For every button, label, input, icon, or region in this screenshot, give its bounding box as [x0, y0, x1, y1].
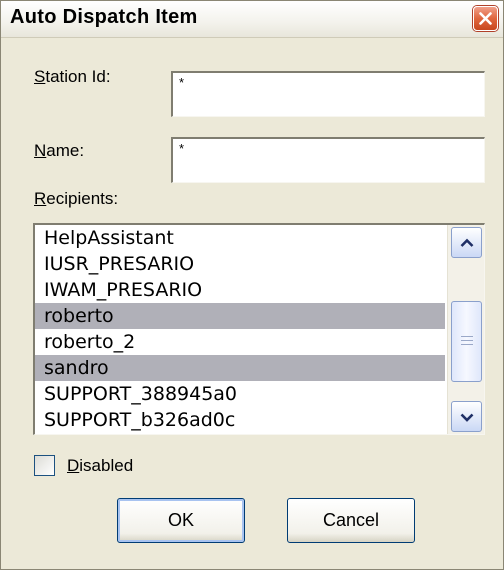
- recipient-list-item[interactable]: HelpAssistant: [35, 225, 445, 251]
- dialog-title: Auto Dispatch Item: [10, 6, 198, 28]
- recipient-list-item[interactable]: SUPPORT_b326ad0c: [35, 407, 445, 433]
- recipients-label: Recipients:: [34, 189, 118, 209]
- thumb-grip-line: [461, 340, 473, 341]
- chevron-down-icon: [460, 413, 474, 422]
- scroll-thumb[interactable]: [451, 301, 482, 382]
- chevron-up-icon: [460, 238, 474, 247]
- recipient-list-item[interactable]: roberto: [35, 303, 445, 329]
- close-button[interactable]: [473, 6, 498, 31]
- recipient-list-item[interactable]: roberto_2: [35, 329, 445, 355]
- recipients-list: HelpAssistant IUSR_PRESARIO IWAM_PRESARIO r…: [35, 225, 445, 433]
- recipients-mnemonic: R: [34, 189, 47, 208]
- name-mnemonic: N: [34, 141, 47, 160]
- name-label-text: ame:: [46, 141, 85, 160]
- close-icon: [479, 12, 492, 25]
- scroll-up-button[interactable]: [451, 227, 482, 258]
- recipient-list-item[interactable]: IUSR_PRESARIO: [35, 251, 445, 277]
- title-bar[interactable]: Auto Dispatch Item: [1, 1, 503, 38]
- disabled-label[interactable]: Disabled: [67, 456, 133, 476]
- cancel-button[interactable]: Cancel: [287, 498, 415, 543]
- thumb-grip-line: [461, 344, 473, 345]
- station-id-mnemonic: S: [34, 67, 46, 86]
- recipients-listbox[interactable]: HelpAssistant IUSR_PRESARIO IWAM_PRESARIO r…: [33, 223, 485, 435]
- recipients-scrollbar[interactable]: [447, 225, 484, 434]
- recipients-label-text: ecipients:: [46, 189, 119, 208]
- scroll-down-button[interactable]: [451, 401, 482, 432]
- name-label: Name:: [34, 141, 84, 161]
- recipient-list-item[interactable]: sandro: [35, 355, 445, 381]
- recipient-list-item[interactable]: IWAM_PRESARIO: [35, 277, 445, 303]
- ok-button[interactable]: OK: [117, 498, 245, 543]
- disabled-checkbox[interactable]: [34, 455, 55, 476]
- disabled-label-text: isabled: [79, 456, 134, 475]
- recipient-list-item[interactable]: SUPPORT_388945a0: [35, 381, 445, 407]
- disabled-mnemonic: D: [67, 456, 80, 475]
- station-id-input[interactable]: *: [171, 71, 485, 117]
- auto-dispatch-dialog: Auto Dispatch Item Station Id: * Name: *…: [0, 0, 504, 570]
- name-input[interactable]: *: [171, 137, 485, 183]
- station-id-label: Station Id:: [34, 67, 111, 87]
- station-id-label-text: tation Id:: [45, 67, 111, 86]
- thumb-grip-line: [461, 336, 473, 337]
